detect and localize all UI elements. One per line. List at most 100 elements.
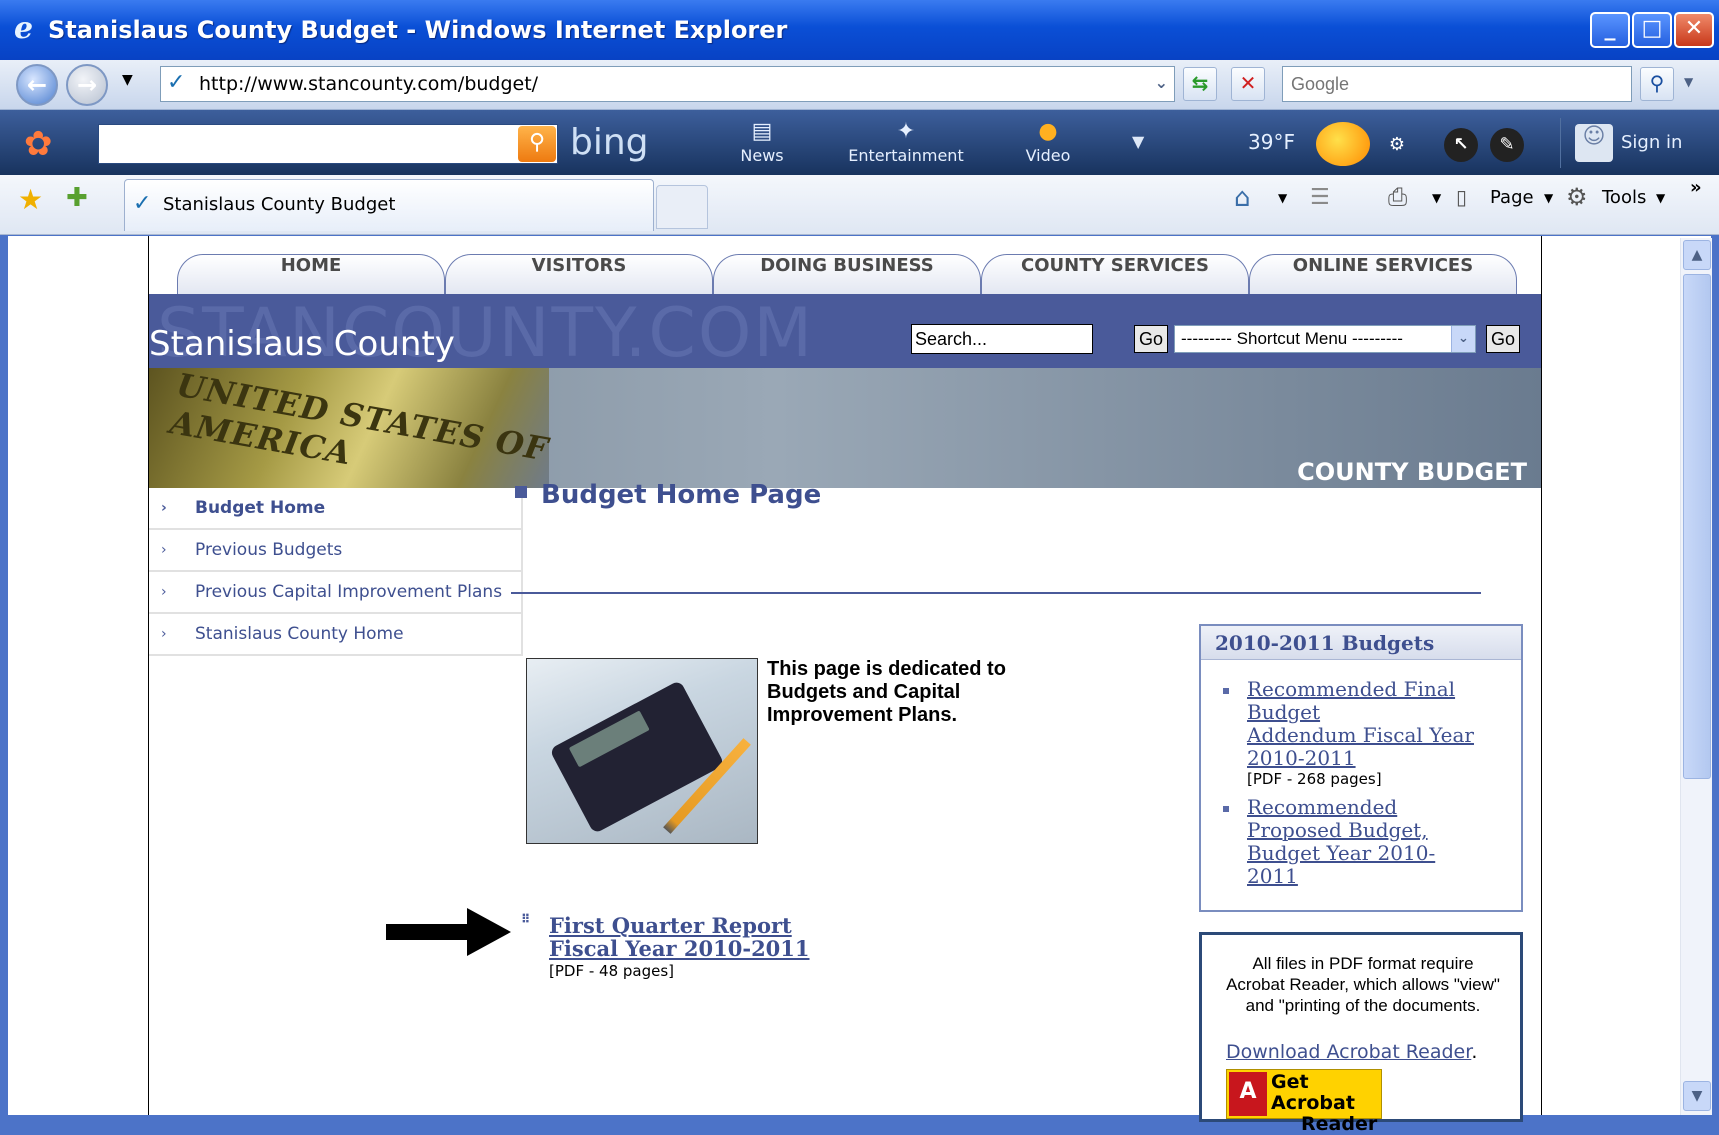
shortcut-menu-value: --------- Shortcut Menu ---------: [1181, 329, 1403, 348]
address-bar[interactable]: ✓ http://www.stancounty.com/budget/ ⌄: [160, 66, 1175, 102]
scroll-thumb[interactable]: [1683, 274, 1711, 779]
window-titlebar: e Stanislaus County Budget - Windows Int…: [0, 0, 1719, 60]
get-acrobat-reader-badge[interactable]: A Get Acrobat Reader: [1226, 1069, 1382, 1135]
new-tab-button[interactable]: [656, 185, 708, 229]
site-search-box[interactable]: [911, 324, 1093, 354]
bing-entertainment-button[interactable]: ✦ Entertainment: [846, 118, 966, 165]
page-menu[interactable]: Page: [1490, 187, 1534, 208]
site-search-input[interactable]: [912, 325, 1088, 353]
weather-sun-icon[interactable]: [1316, 122, 1370, 166]
search-box[interactable]: [1282, 66, 1632, 102]
link-line: First Quarter Report: [549, 913, 792, 938]
section-title: COUNTY BUDGET: [1297, 458, 1527, 486]
bing-video-button[interactable]: ● Video: [988, 118, 1108, 165]
address-dropdown-icon[interactable]: ⌄: [1155, 73, 1168, 92]
shortcut-menu-select[interactable]: --------- Shortcut Menu --------- ⌄: [1174, 325, 1476, 353]
tools-dropdown-icon[interactable]: ▼: [1656, 191, 1665, 205]
forward-button[interactable]: →: [66, 64, 108, 106]
bing-logo: bing: [570, 122, 649, 163]
bing-news-button[interactable]: ▤ News: [702, 118, 822, 165]
vertical-scrollbar[interactable]: ▲ ▼: [1680, 238, 1712, 1115]
stop-icon[interactable]: ✕: [1231, 67, 1265, 101]
bing-news-label: News: [740, 146, 784, 165]
home-dropdown-icon[interactable]: ▼: [1278, 191, 1287, 205]
chevron-more-icon[interactable]: »: [1690, 177, 1702, 198]
acrobat-box: All files in PDF format require Acrobat …: [1199, 932, 1523, 1135]
print-icon[interactable]: ⎙: [1388, 183, 1407, 211]
left-nav-previous-capital-plans[interactable]: › Previous Capital Improvement Plans: [149, 572, 521, 614]
print-dropdown-icon[interactable]: ▼: [1432, 191, 1441, 205]
bing-toolbar: ✿ ⚲ bing ▤ News ✦ Entertainment ● Video …: [0, 110, 1719, 175]
get-acrobat-text: Get Acrobat Reader: [1271, 1072, 1381, 1135]
site-tab-online-services[interactable]: ONLINE SERVICES: [1249, 254, 1517, 294]
link-line: Recommended Final: [1247, 677, 1456, 701]
recommended-final-budget-link[interactable]: Recommended Final Budget Addendum Fiscal…: [1247, 678, 1474, 770]
search-options-icon[interactable]: ▼: [1684, 75, 1693, 89]
tools-gear-icon[interactable]: ⚙: [1566, 183, 1588, 211]
settings-gear-icon[interactable]: ⚙: [1380, 128, 1414, 162]
site-tab-visitors[interactable]: VISITORS: [445, 254, 713, 294]
cursor-icon[interactable]: ↖: [1444, 128, 1478, 162]
video-icon: ●: [1038, 119, 1058, 144]
bing-search-input[interactable]: [98, 124, 558, 164]
tool-icon[interactable]: ✎: [1490, 128, 1524, 162]
left-nav-budget-home[interactable]: › Budget Home: [149, 488, 521, 530]
recommended-proposed-budget-link[interactable]: Recommended Proposed Budget, Budget Year…: [1247, 796, 1435, 888]
refresh-icon[interactable]: ⇆: [1183, 67, 1217, 101]
acrobat-requirement-text: All files in PDF format require Acrobat …: [1226, 954, 1500, 1015]
bing-search-icon[interactable]: ⚲: [518, 126, 556, 162]
badge-line: Get Acrobat: [1271, 1071, 1355, 1114]
address-url[interactable]: http://www.stancounty.com/budget/: [199, 73, 538, 95]
sign-in-button[interactable]: ☺ Sign in: [1560, 118, 1710, 168]
weather-temperature[interactable]: 39°F: [1248, 130, 1295, 154]
link-bullet-icon: ⠿: [521, 912, 531, 926]
site-favicon-icon: ✓: [167, 70, 186, 95]
scroll-down-icon[interactable]: ▼: [1683, 1081, 1711, 1111]
scroll-up-icon[interactable]: ▲: [1683, 240, 1711, 270]
chevron-down-icon[interactable]: ⌄: [1451, 326, 1475, 352]
msn-butterfly-icon[interactable]: ✿: [24, 124, 53, 164]
adobe-logo-icon: A: [1229, 1072, 1267, 1116]
maximize-button[interactable]: □: [1632, 12, 1672, 48]
entertainment-icon: ✦: [896, 119, 916, 144]
site-tab-home[interactable]: HOME: [177, 254, 445, 294]
feeds-icon[interactable]: ☰: [1310, 185, 1330, 210]
dollar-bill-text: UNITED STATES OF AMERICA: [167, 365, 552, 473]
minimize-button[interactable]: _: [1590, 12, 1630, 48]
close-button[interactable]: ✕: [1674, 12, 1714, 48]
first-quarter-report-link[interactable]: First Quarter Report Fiscal Year 2010-20…: [549, 914, 810, 960]
site-search-go-button[interactable]: Go: [1134, 325, 1168, 353]
site-tab-doing-business[interactable]: DOING BUSINESS: [713, 254, 981, 294]
favorites-star-icon[interactable]: ★: [18, 183, 43, 216]
left-nav-county-home[interactable]: › Stanislaus County Home: [149, 614, 521, 656]
back-button[interactable]: ←: [16, 64, 58, 106]
link-line: 2010-2011: [1247, 746, 1356, 770]
list-bullet: [1223, 806, 1229, 812]
search-input[interactable]: [1283, 67, 1583, 101]
left-nav-previous-budgets[interactable]: › Previous Budgets: [149, 530, 521, 572]
bing-more-icon[interactable]: ▼: [1132, 132, 1144, 151]
link-line: Fiscal Year 2010-2011: [549, 936, 810, 961]
download-acrobat-link[interactable]: Download Acrobat Reader: [1226, 1041, 1471, 1063]
tools-menu[interactable]: Tools: [1602, 187, 1646, 208]
chevron-right-icon: ›: [161, 500, 167, 516]
badge-line: Reader: [1301, 1113, 1378, 1135]
acrobat-link-line: Download Acrobat Reader.: [1226, 1041, 1477, 1063]
tab-label: Stanislaus County Budget: [163, 194, 396, 215]
chevron-right-icon: ›: [161, 584, 167, 600]
page-dropdown-icon[interactable]: ▼: [1544, 191, 1553, 205]
home-icon[interactable]: ⌂: [1234, 183, 1251, 213]
left-nav-label: Budget Home: [195, 498, 326, 518]
page-icon[interactable]: ▯: [1456, 185, 1467, 209]
search-icon[interactable]: ⚲: [1640, 67, 1674, 101]
history-dropdown-icon[interactable]: ▼: [122, 72, 133, 88]
site-tab-county-services[interactable]: COUNTY SERVICES: [981, 254, 1249, 294]
recommended-final-budget-note: [PDF - 268 pages]: [1247, 770, 1382, 788]
page-title: Budget Home Page: [541, 480, 822, 510]
site-name[interactable]: Stanislaus County: [149, 324, 455, 364]
shortcut-go-button[interactable]: Go: [1486, 325, 1520, 353]
budgets-box-title: 2010-2011 Budgets: [1201, 626, 1521, 660]
tab-stanislaus-budget[interactable]: ✓ Stanislaus County Budget: [124, 179, 654, 231]
first-quarter-note: [PDF - 48 pages]: [549, 962, 675, 980]
add-favorite-icon[interactable]: ✚: [66, 183, 88, 213]
